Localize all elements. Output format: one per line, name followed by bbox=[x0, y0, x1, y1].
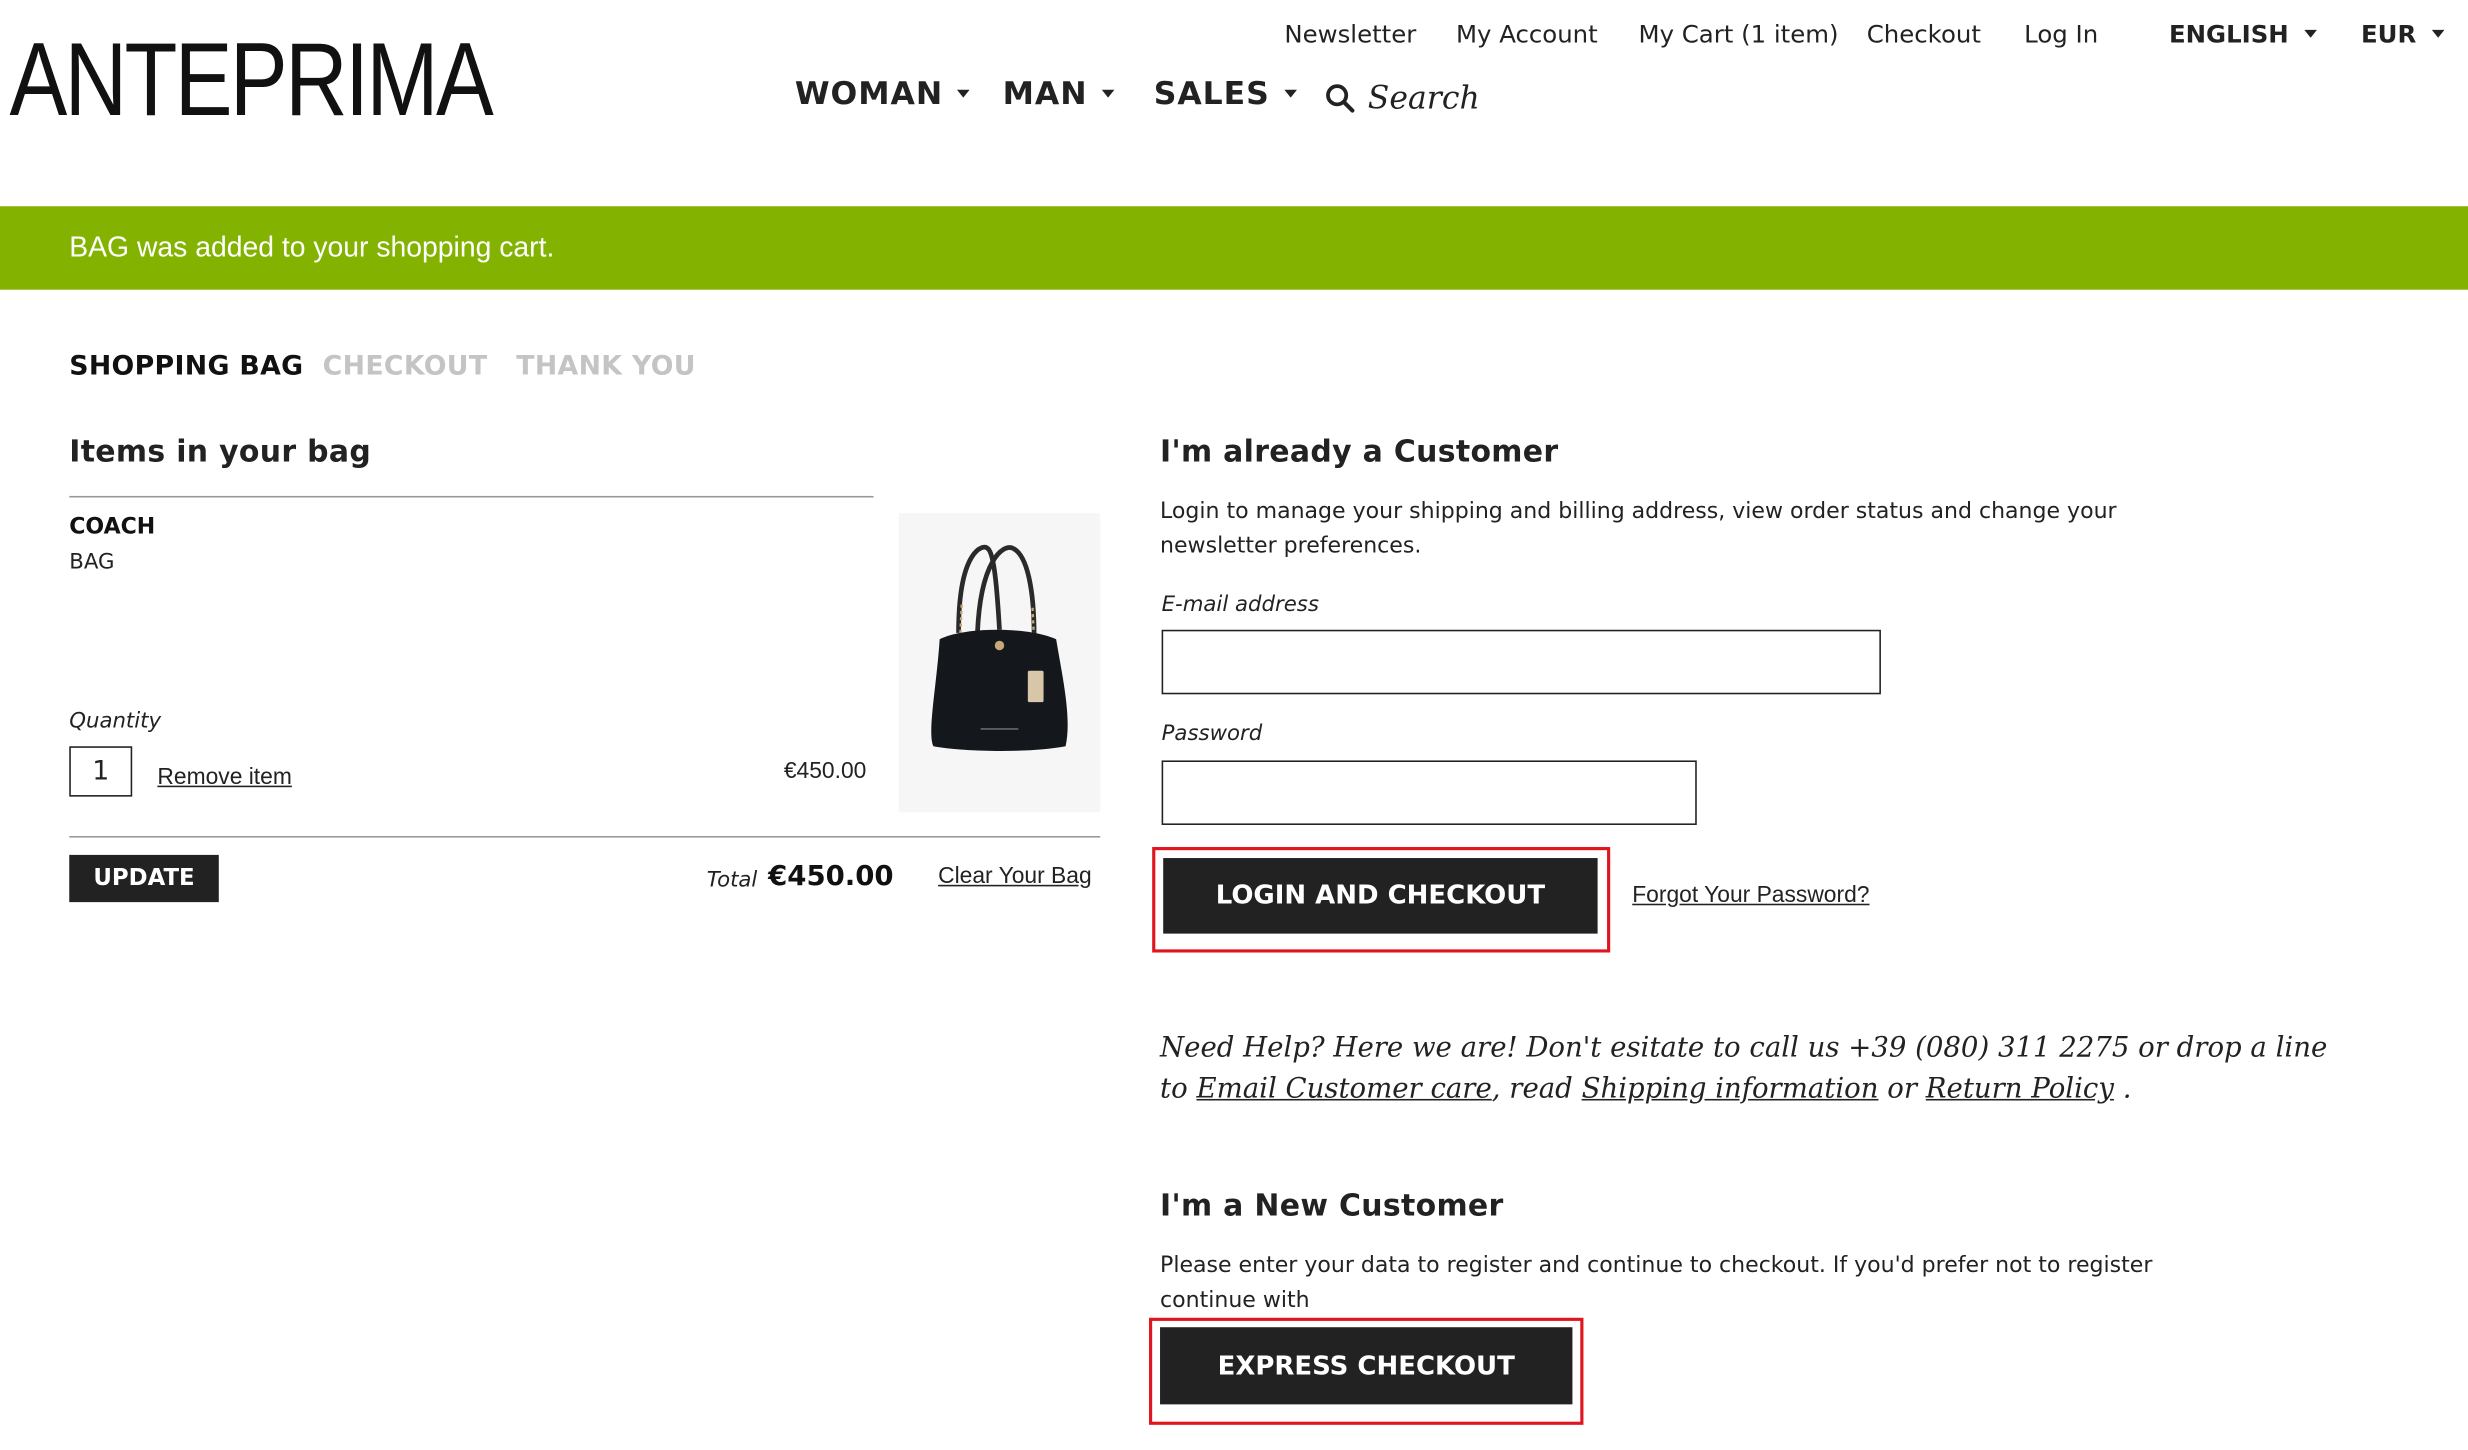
language-selector[interactable]: ENGLISH bbox=[2168, 20, 2318, 49]
total-label: Total bbox=[706, 867, 758, 893]
quantity-label: Quantity bbox=[69, 708, 162, 734]
caret-down-icon bbox=[1101, 88, 1115, 97]
caret-down-icon bbox=[2304, 29, 2318, 37]
currency-selector[interactable]: EUR bbox=[2361, 20, 2445, 49]
return-policy-link[interactable]: Return Policy bbox=[1926, 1074, 2114, 1105]
banner-message: BAG was added to your shopping cart. bbox=[69, 231, 555, 263]
item-price: €450.00 bbox=[783, 758, 867, 785]
update-button[interactable]: UPDATE bbox=[69, 854, 219, 903]
step-thank-you: THANK YOU bbox=[516, 351, 696, 383]
new-customer-description-2: continue with bbox=[1160, 1287, 1310, 1314]
nav-sales-label: SALES bbox=[1153, 73, 1270, 112]
nav-woman[interactable]: WOMAN bbox=[795, 74, 970, 112]
existing-customer-title: I'm already a Customer bbox=[1160, 434, 1559, 470]
step-shopping-bag: SHOPPING BAG bbox=[69, 351, 304, 383]
divider bbox=[69, 495, 874, 498]
forgot-password-link[interactable]: Forgot Your Password? bbox=[1632, 883, 1869, 908]
product-image[interactable] bbox=[898, 513, 1101, 813]
login-and-checkout-button[interactable]: LOGIN AND CHECKOUT bbox=[1163, 858, 1598, 934]
help-or: or bbox=[1887, 1073, 1918, 1106]
existing-customer-description: Login to manage your shipping and billin… bbox=[1160, 499, 2117, 525]
password-field[interactable] bbox=[1161, 760, 1697, 825]
my-account-link[interactable]: My Account bbox=[1456, 20, 1598, 48]
caret-down-icon bbox=[1283, 88, 1297, 97]
new-customer-description: Please enter your data to register and c… bbox=[1160, 1253, 2153, 1279]
bag-title: Items in your bag bbox=[69, 434, 372, 470]
cart-success-banner: BAG was added to your shopping cart. bbox=[0, 206, 2468, 290]
page: ANTEPRIMA Newsletter My Account My Cart … bbox=[0, 0, 2468, 1450]
item-brand: COACH bbox=[69, 514, 156, 541]
language-label: ENGLISH bbox=[2168, 20, 2289, 49]
nav-man-label: MAN bbox=[1002, 73, 1088, 112]
nav-man[interactable]: MAN bbox=[1003, 74, 1115, 112]
search-icon bbox=[1326, 83, 1355, 112]
search-label: Search bbox=[1367, 78, 1480, 117]
existing-customer-description-2: newsletter preferences. bbox=[1160, 533, 1422, 559]
caret-down-icon bbox=[957, 88, 970, 97]
caret-down-icon bbox=[2432, 29, 2445, 37]
remove-item-link[interactable]: Remove item bbox=[157, 765, 291, 790]
search-button[interactable]: Search bbox=[1325, 76, 1480, 120]
black-handbag-image bbox=[931, 544, 1068, 751]
email-label: E-mail address bbox=[1161, 591, 1319, 618]
checkout-link[interactable]: Checkout bbox=[1867, 20, 1981, 48]
divider bbox=[69, 836, 1101, 838]
help-to: to bbox=[1160, 1073, 1188, 1106]
help-period: . bbox=[2122, 1073, 2132, 1106]
currency-label: EUR bbox=[2361, 20, 2417, 49]
email-field[interactable] bbox=[1161, 629, 1881, 695]
step-checkout: CHECKOUT bbox=[322, 351, 488, 383]
help-text: Need Help? Here we are! Don't esitate to… bbox=[1160, 1032, 2328, 1065]
anteprima-logo[interactable]: ANTEPRIMA bbox=[9, 28, 494, 126]
svg-text:ANTEPRIMA: ANTEPRIMA bbox=[9, 28, 494, 126]
log-in-link[interactable]: Log In bbox=[2024, 20, 2098, 48]
email-customer-care-link[interactable]: Email Customer care bbox=[1196, 1074, 1491, 1105]
shipping-information-link[interactable]: Shipping information bbox=[1582, 1074, 1879, 1105]
clear-bag-link[interactable]: Clear Your Bag bbox=[938, 864, 1092, 889]
item-name: BAG bbox=[69, 549, 115, 575]
nav-sales[interactable]: SALES bbox=[1154, 74, 1297, 112]
newsletter-link[interactable]: Newsletter bbox=[1284, 20, 1416, 48]
help-read: , read bbox=[1491, 1073, 1573, 1106]
express-checkout-button[interactable]: EXPRESS CHECKOUT bbox=[1160, 1327, 1573, 1405]
help-text-links: to Email Customer care, read Shipping in… bbox=[1160, 1074, 2131, 1105]
quantity-input[interactable]: 1 bbox=[69, 746, 133, 797]
total-value: €450.00 bbox=[768, 861, 894, 893]
my-cart-link[interactable]: My Cart (1 item) bbox=[1639, 20, 1839, 48]
nav-woman-label: WOMAN bbox=[794, 73, 944, 112]
new-customer-title: I'm a New Customer bbox=[1160, 1188, 1504, 1224]
password-label: Password bbox=[1161, 721, 1263, 747]
